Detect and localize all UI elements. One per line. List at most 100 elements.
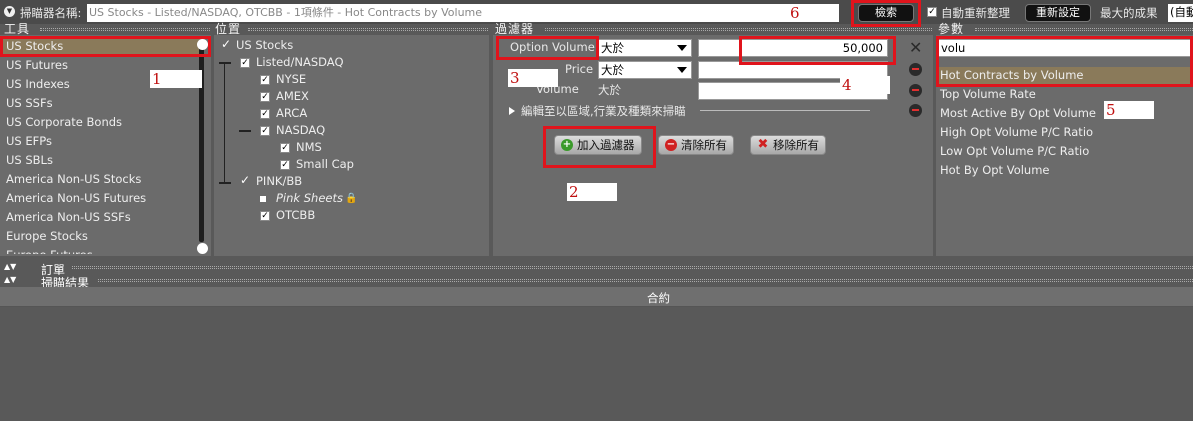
tree-collapse-icon[interactable]: [219, 182, 231, 184]
filters-divider: [545, 28, 932, 31]
param-item[interactable]: Low Opt Volume P/C Ratio: [940, 142, 1089, 161]
otcbb-checkbox[interactable]: ✓: [260, 211, 270, 221]
expand-icon[interactable]: [509, 107, 515, 115]
max-results-select[interactable]: (自動: [1168, 4, 1193, 22]
tool-item[interactable]: Europe Futures: [6, 246, 93, 254]
params-search-input[interactable]: volu: [938, 39, 1192, 57]
option-volume-label: Option Volume: [510, 40, 595, 54]
collapse-icon[interactable]: ▼: [4, 6, 15, 17]
reset-button[interactable]: 重新設定: [1025, 4, 1091, 22]
param-item[interactable]: Hot Contracts by Volume: [940, 66, 1084, 85]
tools-divider: [40, 28, 210, 31]
add-filter-label: 加入過濾器: [577, 138, 635, 152]
tool-item[interactable]: US Corporate Bonds: [6, 113, 122, 132]
contract-column-header[interactable]: 合約: [647, 290, 670, 306]
minus-icon: −: [665, 139, 677, 151]
tree-line: [224, 64, 225, 184]
tool-item[interactable]: America Non-US Stocks: [6, 170, 141, 189]
param-item[interactable]: Hot By Opt Volume: [940, 161, 1050, 180]
nyse-checkbox[interactable]: ✓: [260, 75, 270, 85]
option-volume-op-text: 大於: [601, 41, 624, 55]
nasdaq-checkbox[interactable]: ✓: [260, 126, 270, 136]
collapse-results-icon[interactable]: ▲▼: [4, 275, 16, 284]
filter-divider: [700, 110, 870, 111]
max-results-label: 最大的成果: [1100, 6, 1158, 20]
annotation-1: 1: [150, 70, 202, 88]
annotation-4: 4: [840, 76, 890, 94]
price-label: Price: [565, 62, 594, 76]
remove-row-icon[interactable]: [909, 104, 922, 117]
tool-item[interactable]: US Stocks: [6, 37, 63, 56]
scanner-name-input[interactable]: US Stocks - Listed/NASDAQ, OTCBB - 1項條件 …: [87, 4, 839, 22]
auto-refresh-label: 自動重新整理: [941, 6, 1010, 20]
location-pink-bb[interactable]: PINK/BB: [256, 173, 302, 190]
chevron-down-icon: [677, 67, 687, 73]
results-divider: [98, 279, 1193, 282]
results-header: [0, 287, 1193, 307]
location-divider: [248, 28, 488, 31]
location-nyse[interactable]: NYSE: [276, 71, 306, 88]
lock-icon: 🔒: [345, 193, 358, 204]
collapse-orders-icon[interactable]: ▲▼: [4, 262, 16, 271]
orders-divider: [72, 266, 1193, 269]
check-icon[interactable]: ✓: [221, 37, 231, 51]
location-arca[interactable]: ARCA: [276, 105, 307, 122]
delete-filter-icon[interactable]: ✕: [909, 38, 922, 57]
option-volume-operator[interactable]: 大於: [598, 39, 692, 57]
annotation-6: 6: [790, 4, 800, 22]
annotation-3: 3: [508, 69, 558, 87]
scroll-down-icon[interactable]: [197, 243, 208, 254]
annotation-2: 2: [567, 183, 617, 201]
param-item[interactable]: Top Volume Rate: [940, 85, 1036, 104]
remove-all-button[interactable]: ✖ 移除所有: [750, 135, 826, 155]
small-cap-checkbox[interactable]: ✓: [280, 160, 290, 170]
location-pink-sheets[interactable]: Pink Sheets: [276, 190, 343, 207]
nms-checkbox[interactable]: ✓: [280, 143, 290, 153]
edit-region-link[interactable]: 編輯至以區域,行業及種類來掃瞄: [521, 103, 686, 119]
search-button[interactable]: 檢索: [858, 4, 914, 22]
remove-price-icon[interactable]: [909, 63, 922, 76]
tool-item[interactable]: Europe Stocks: [6, 227, 88, 246]
amex-checkbox[interactable]: ✓: [260, 92, 270, 102]
check-icon[interactable]: ✓: [240, 173, 250, 187]
remove-volume-icon[interactable]: [909, 84, 922, 97]
tool-item[interactable]: America Non-US SSFs: [6, 208, 131, 227]
scanner-toolbar: ▼ 掃瞄器名稱: US Stocks - Listed/NASDAQ, OTCB…: [0, 0, 1193, 24]
chevron-down-icon: [677, 45, 687, 51]
price-op-text: 大於: [601, 63, 624, 77]
location-amex[interactable]: AMEX: [276, 88, 309, 105]
volume-operator[interactable]: 大於: [598, 82, 621, 98]
option-volume-input[interactable]: 50,000: [698, 39, 888, 57]
annotation-5: 5: [1104, 101, 1154, 119]
tool-item[interactable]: America Non-US Futures: [6, 189, 146, 208]
remove-all-label: 移除所有: [773, 138, 819, 152]
tree-collapse-icon[interactable]: [239, 130, 251, 132]
partial-checkbox[interactable]: [260, 196, 266, 202]
plus-icon: +: [561, 139, 573, 151]
location-small-cap[interactable]: Small Cap: [296, 156, 354, 173]
location-listed-nasdaq[interactable]: Listed/NASDAQ: [256, 54, 344, 71]
location-us-stocks[interactable]: US Stocks: [236, 37, 293, 54]
tool-item[interactable]: US SSFs: [6, 94, 53, 113]
location-nasdaq[interactable]: NASDAQ: [276, 122, 325, 139]
param-item[interactable]: High Opt Volume P/C Ratio: [940, 123, 1093, 142]
arca-checkbox[interactable]: ✓: [260, 109, 270, 119]
tool-item[interactable]: US EFPs: [6, 132, 52, 151]
tool-item[interactable]: US Futures: [6, 56, 68, 75]
clear-all-button[interactable]: − 清除所有: [658, 135, 734, 155]
tool-item[interactable]: US Indexes: [6, 75, 70, 94]
param-item[interactable]: Most Active By Opt Volume: [940, 104, 1096, 123]
location-otcbb[interactable]: OTCBB: [276, 207, 315, 224]
listed-checkbox[interactable]: ✓: [240, 58, 250, 68]
clear-all-label: 清除所有: [681, 138, 727, 152]
tool-item[interactable]: US SBLs: [6, 151, 53, 170]
scroll-up-icon[interactable]: [197, 39, 208, 50]
tree-collapse-icon[interactable]: [219, 62, 231, 64]
location-nms[interactable]: NMS: [296, 139, 322, 156]
auto-refresh-checkbox[interactable]: ✓: [927, 7, 937, 17]
scanner-name-label: 掃瞄器名稱:: [20, 6, 82, 20]
price-operator[interactable]: 大於: [598, 61, 692, 79]
add-filter-button[interactable]: + 加入過濾器: [554, 135, 642, 155]
x-icon: ✖: [757, 137, 769, 152]
params-divider: [975, 28, 1193, 31]
